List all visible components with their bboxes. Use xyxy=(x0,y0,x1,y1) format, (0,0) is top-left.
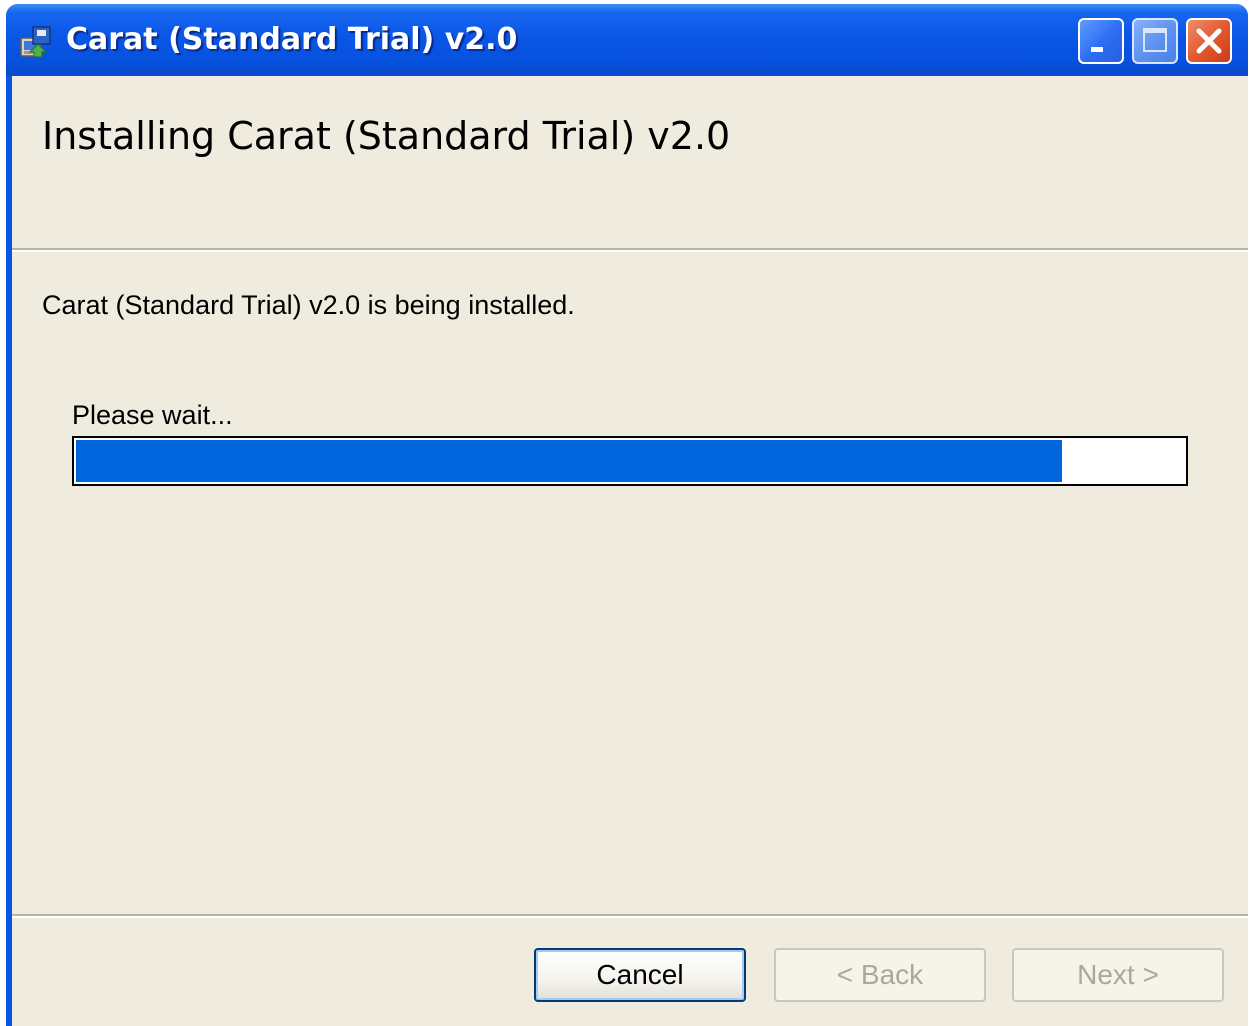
next-button[interactable]: Next > xyxy=(1012,948,1224,1002)
minimize-icon xyxy=(1091,47,1103,52)
progress-bar-fill xyxy=(76,440,1062,482)
footer-divider xyxy=(12,914,1248,918)
status-text: Carat (Standard Trial) v2.0 is being ins… xyxy=(42,290,575,320)
install-progress-bar xyxy=(72,436,1188,486)
page-title: Installing Carat (Standard Trial) v2.0 xyxy=(42,114,731,158)
close-button[interactable] xyxy=(1186,18,1232,64)
maximize-icon xyxy=(1143,28,1167,52)
maximize-button[interactable] xyxy=(1132,18,1178,64)
installer-icon xyxy=(18,24,54,60)
installer-window: Carat (Standard Trial) v2.0 Installing C… xyxy=(6,4,1248,1026)
header-banner: Installing Carat (Standard Trial) v2.0 xyxy=(12,76,1248,248)
close-icon xyxy=(1196,28,1222,54)
header-divider xyxy=(12,248,1248,252)
minimize-button[interactable] xyxy=(1078,18,1124,64)
back-button[interactable]: < Back xyxy=(774,948,986,1002)
window-title: Carat (Standard Trial) v2.0 xyxy=(66,22,518,57)
title-bar[interactable]: Carat (Standard Trial) v2.0 xyxy=(6,4,1248,76)
wait-label: Please wait... xyxy=(72,400,233,430)
dialog-client-area: Installing Carat (Standard Trial) v2.0 C… xyxy=(12,76,1248,1026)
cancel-button[interactable]: Cancel xyxy=(534,948,746,1002)
